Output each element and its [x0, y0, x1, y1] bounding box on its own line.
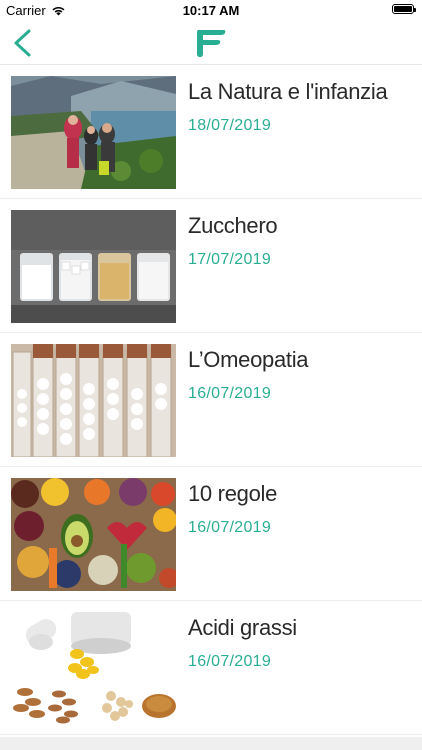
nuts-oils-photo — [11, 612, 176, 725]
article-date: 16/07/2019 — [188, 385, 272, 402]
navigation-bar — [0, 22, 422, 65]
article-date: 18/07/2019 — [188, 117, 272, 134]
sugar-jars-photo — [11, 210, 176, 323]
article-title: Zucchero — [188, 213, 278, 238]
article-list: La Natura e l'infanzia 18/07/2019 Zucche… — [0, 65, 422, 735]
article-row[interactable]: La Natura e l'infanzia 18/07/2019 — [0, 65, 422, 199]
app-logo-icon — [197, 30, 226, 57]
family-hiking-photo — [11, 76, 176, 189]
bottom-strip — [0, 737, 422, 750]
article-title: La Natura e l'infanzia — [188, 79, 388, 104]
article-row[interactable]: Zucchero 17/07/2019 — [0, 199, 422, 333]
article-row[interactable]: Acidi grassi 16/07/2019 — [0, 601, 422, 735]
homeopathy-vials-photo — [11, 344, 176, 457]
battery-icon — [392, 4, 416, 14]
chevron-left-icon — [14, 29, 31, 57]
status-bar: Carrier 10:17 AM — [0, 0, 422, 22]
article-title: L’Omeopatia — [188, 347, 309, 372]
status-time: 10:17 AM — [182, 3, 240, 18]
article-date: 17/07/2019 — [188, 251, 272, 268]
article-title: Acidi grassi — [188, 615, 297, 640]
article-date: 16/07/2019 — [188, 653, 272, 670]
back-button[interactable] — [8, 26, 40, 60]
article-date: 16/07/2019 — [188, 519, 272, 536]
article-row[interactable]: L’Omeopatia 16/07/2019 — [0, 333, 422, 467]
article-row[interactable]: 10 regole 16/07/2019 — [0, 467, 422, 601]
healthy-food-photo — [11, 478, 176, 591]
article-title: 10 regole — [188, 481, 278, 506]
